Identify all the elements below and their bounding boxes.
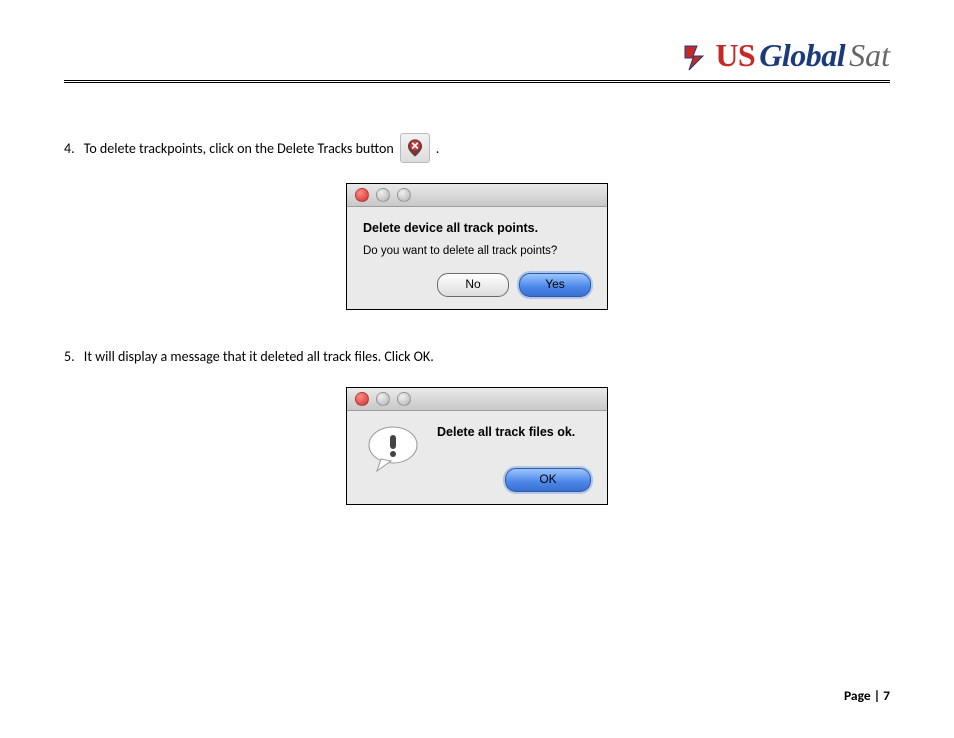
page-footer: Page | 7 [844,687,890,704]
logo-text-us: US [715,37,755,74]
close-icon[interactable] [355,392,369,406]
logo-mark-icon [683,42,709,72]
dialog-title: Delete all track files ok. [437,423,591,442]
document-body: 4. To delete trackpoints, click on the D… [64,133,890,505]
close-icon[interactable] [355,188,369,202]
dialog-button-row: No Yes [363,273,591,297]
dialog-body: Delete device all track points. Do you w… [347,207,607,309]
dialog-title: Delete device all track points. [363,219,591,238]
dialog-titlebar [347,388,607,411]
minimize-icon[interactable] [376,188,390,202]
step-5: 5. It will display a message that it del… [64,346,890,367]
delete-confirm-dialog: Delete device all track points. Do you w… [346,183,608,310]
logo-text-global: Global [759,37,845,74]
dialog-body: Delete all track files ok. OK [347,411,607,504]
header-rule [64,80,890,87]
step-5-text: It will display a message that it delete… [84,346,434,367]
dialog-button-row: OK [437,468,591,492]
delete-complete-dialog: Delete all track files ok. OK [346,387,608,505]
brand-logo: US Global Sat [683,36,890,74]
zoom-icon[interactable] [397,392,411,406]
step-4-number: 4. [64,138,78,159]
page-header: US Global Sat [64,36,890,74]
dialog-titlebar [347,184,607,207]
zoom-icon[interactable] [397,188,411,202]
document-page: US Global Sat 4. To delete trackpoints, … [0,0,954,738]
logo-text-sat: Sat [849,37,890,74]
delete-tracks-icon [400,133,430,163]
yes-button[interactable]: Yes [519,273,591,297]
ok-button[interactable]: OK [505,468,591,492]
no-button[interactable]: No [437,273,509,297]
minimize-icon[interactable] [376,392,390,406]
step-4: 4. To delete trackpoints, click on the D… [64,133,890,163]
step-4-trailing: . [436,138,440,159]
dialog-message: Do you want to delete all track points? [363,244,591,260]
step-5-number: 5. [64,346,78,367]
exclamation-icon [363,423,423,483]
step-4-text: To delete trackpoints, click on the Dele… [84,138,394,159]
